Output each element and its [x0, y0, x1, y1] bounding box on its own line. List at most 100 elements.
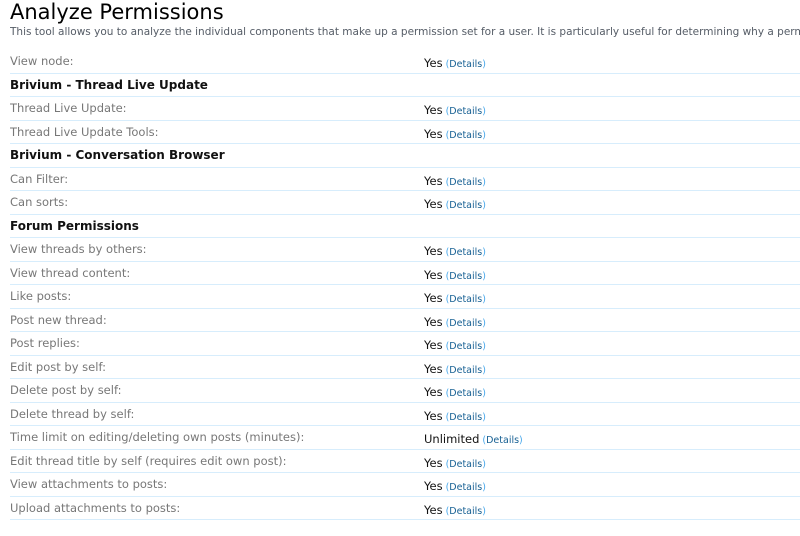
details-link[interactable]: Details — [449, 482, 482, 493]
details-link-wrapper: (Details) — [445, 59, 486, 70]
permission-value: Yes — [424, 502, 443, 517]
permission-value-cell: Yes (Details) — [424, 473, 486, 499]
permission-value-cell: Yes (Details) — [424, 121, 486, 147]
permission-label: Edit post by self: — [10, 359, 106, 374]
permission-label: Like posts: — [10, 289, 72, 303]
permission-value-cell: Yes (Details) — [424, 403, 486, 429]
page-description: This tool allows you to analyze the indi… — [10, 26, 800, 38]
details-link[interactable]: Details — [449, 459, 482, 470]
permission-value: Yes — [424, 314, 443, 329]
permission-value: Yes — [424, 173, 443, 188]
details-link[interactable]: Details — [449, 341, 482, 352]
details-link-wrapper: (Details) — [445, 247, 486, 258]
details-link[interactable]: Details — [449, 106, 482, 117]
permission-row-can-sorts: Can sorts: Yes (Details) — [10, 191, 800, 215]
permission-value: Yes — [424, 291, 443, 305]
permission-row-post-replies: Post replies: Yes (Details) — [10, 332, 800, 356]
permission-row-like-posts: Like posts: Yes (Details) — [10, 285, 800, 309]
details-link-wrapper: (Details) — [445, 364, 486, 376]
details-link-wrapper: (Details) — [445, 482, 486, 493]
permission-value-cell: Yes (Details) — [424, 356, 486, 382]
permission-value: Yes — [424, 479, 443, 493]
permission-row-thread-live-update-tools: Thread Live Update Tools: Yes (Details) — [10, 121, 800, 147]
details-link-wrapper: (Details) — [445, 129, 486, 141]
permission-row-edit-thread-title-by-self: Edit thread title by self (requires edit… — [10, 450, 800, 476]
section-heading-conversation-browser: Brivium - Conversation Browser — [10, 144, 800, 168]
permission-label: View threads by others: — [10, 242, 147, 256]
permission-value: Yes — [424, 455, 443, 470]
details-link[interactable]: Details — [486, 435, 519, 446]
permission-label: Can sorts: — [10, 195, 69, 209]
permission-value-cell: Yes (Details) — [424, 97, 486, 123]
permission-value-cell: Yes (Details) — [424, 497, 486, 523]
permission-row-delete-thread-by-self: Delete thread by self: Yes (Details) — [10, 403, 800, 429]
permission-row-post-new-thread: Post new thread: Yes (Details) — [10, 309, 800, 335]
permission-value: Yes — [424, 56, 443, 70]
permission-label: Post replies: — [10, 336, 80, 350]
permission-label: Post new thread: — [10, 312, 107, 327]
permission-row-view-threads-by-others: View threads by others: Yes (Details) — [10, 238, 800, 262]
permission-value: Yes — [424, 267, 443, 282]
permission-value-cell: Yes (Details) — [424, 450, 486, 476]
permission-row-edit-post-by-self: Edit post by self: Yes (Details) — [10, 356, 800, 382]
permission-value-cell: Yes (Details) — [424, 50, 486, 76]
details-link[interactable]: Details — [449, 177, 482, 188]
section-heading-forum-permissions: Forum Permissions — [10, 215, 800, 238]
permission-row-upload-attachments: Upload attachments to posts: Yes (Details… — [10, 497, 800, 523]
details-link[interactable]: Details — [449, 388, 482, 399]
details-link[interactable]: Details — [449, 59, 482, 70]
details-link-wrapper: (Details) — [445, 341, 486, 352]
permission-label: Thread Live Update Tools: — [10, 124, 159, 139]
permission-label: View node: — [10, 54, 74, 68]
permission-row-view-attachments: View attachments to posts: Yes (Details) — [10, 473, 800, 497]
permission-value: Yes — [424, 408, 443, 423]
details-link-wrapper: (Details) — [445, 176, 486, 188]
details-link[interactable]: Details — [449, 318, 482, 329]
permission-label: View thread content: — [10, 265, 131, 280]
permission-value: Yes — [424, 338, 443, 352]
permission-label: View attachments to posts: — [10, 477, 168, 491]
details-link[interactable]: Details — [449, 247, 482, 258]
details-link-wrapper: (Details) — [445, 200, 486, 211]
details-link-wrapper: (Details) — [445, 317, 486, 329]
details-link[interactable]: Details — [449, 365, 482, 376]
permission-value-cell: Yes (Details) — [424, 285, 486, 311]
details-link[interactable]: Details — [449, 130, 482, 141]
permissions-list: View node: Yes (Details) Brivium - Thread… — [10, 50, 800, 520]
permission-row-view-thread-content: View thread content: Yes (Details) — [10, 262, 800, 285]
details-link-wrapper: (Details) — [482, 435, 523, 446]
details-link-wrapper: (Details) — [445, 388, 486, 399]
page-title: Analyze Permissions — [10, 0, 224, 24]
details-link[interactable]: Details — [449, 412, 482, 423]
permission-label: Time limit on editing/deleting own posts… — [10, 430, 305, 444]
details-link[interactable]: Details — [449, 271, 482, 282]
details-link-wrapper: (Details) — [445, 294, 486, 305]
permission-row-edit-time-limit: Time limit on editing/deleting own posts… — [10, 426, 800, 450]
permission-value-cell: Yes (Details) — [424, 238, 486, 264]
permission-value: Yes — [424, 103, 443, 117]
permission-row-can-filter: Can Filter: Yes (Details) — [10, 168, 800, 194]
permission-label: Thread Live Update: — [10, 101, 127, 115]
details-link[interactable]: Details — [449, 200, 482, 211]
permission-value: Yes — [424, 385, 443, 399]
details-link-wrapper: (Details) — [445, 270, 486, 282]
permission-value-cell: Yes (Details) — [424, 191, 486, 217]
details-link[interactable]: Details — [449, 506, 482, 517]
permission-value: Yes — [424, 197, 443, 211]
details-link[interactable]: Details — [449, 294, 482, 305]
permission-value-cell: Yes (Details) — [424, 379, 486, 405]
details-link-wrapper: (Details) — [445, 106, 486, 117]
permission-row-delete-post-by-self: Delete post by self: Yes (Details) — [10, 379, 800, 403]
permission-value-cell: Yes (Details) — [424, 168, 486, 194]
permission-label: Can Filter: — [10, 171, 69, 186]
permission-value: Yes — [424, 244, 443, 258]
permission-row-view-node: View node: Yes (Details) — [10, 50, 800, 74]
permission-label: Delete post by self: — [10, 383, 122, 397]
permission-value-cell: Yes (Details) — [424, 309, 486, 335]
permission-value: Unlimited — [424, 432, 480, 446]
section-heading-thread-live-update: Brivium - Thread Live Update — [10, 74, 800, 97]
permission-value: Yes — [424, 361, 443, 376]
details-link-wrapper: (Details) — [445, 505, 486, 517]
details-link-wrapper: (Details) — [445, 458, 486, 470]
details-link-wrapper: (Details) — [445, 411, 486, 423]
